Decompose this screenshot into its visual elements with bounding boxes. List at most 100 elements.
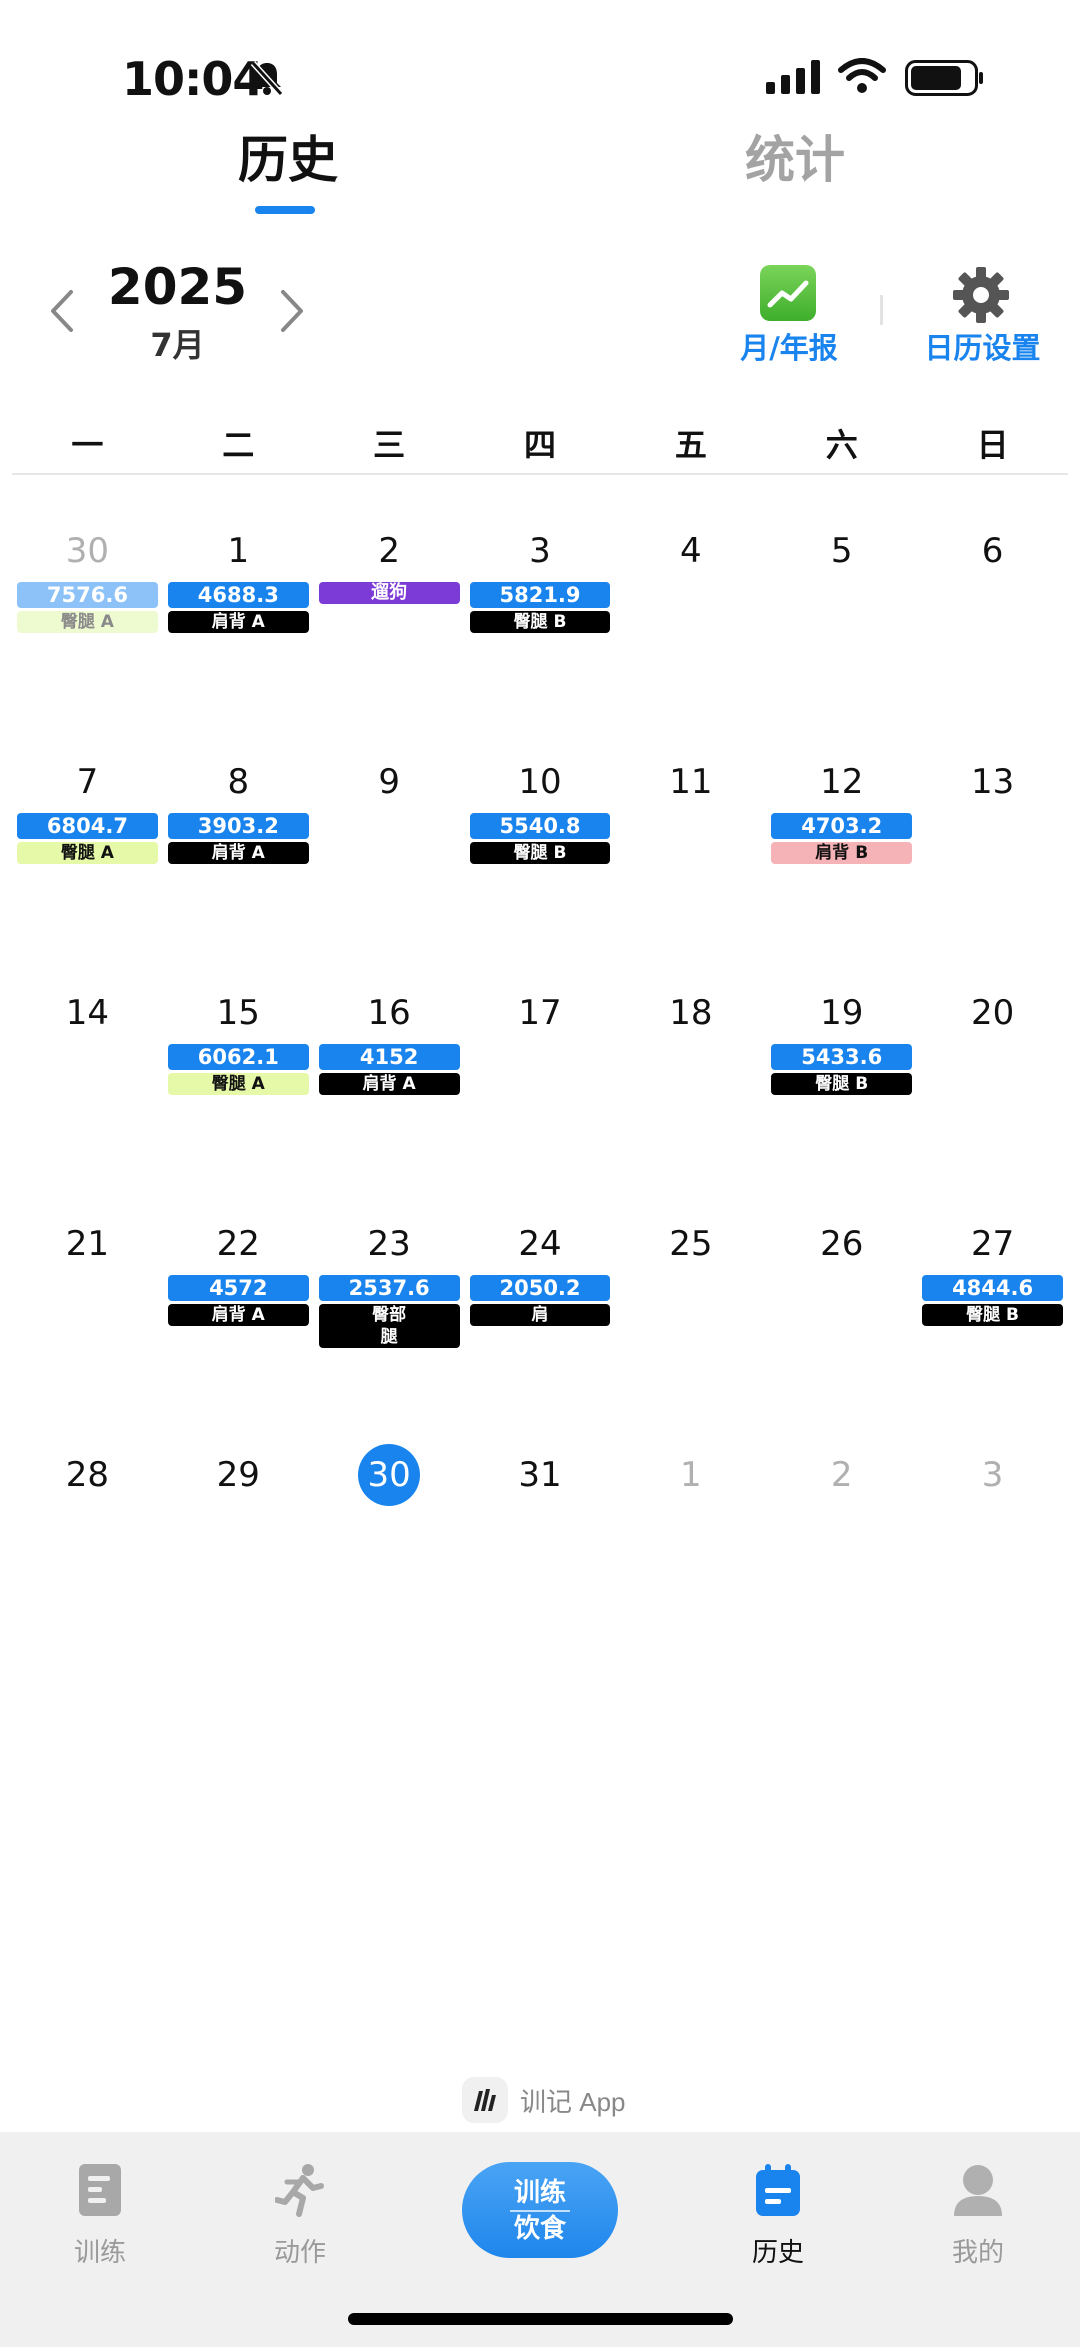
calendar-day[interactable]: 19 5433.6 臀腿 B [766,982,917,1213]
calendar-day[interactable]: 9 [314,751,465,982]
day-number: 26 [820,1224,864,1264]
day-number: 1 [680,1455,702,1495]
day-number: 11 [669,762,713,802]
tab-action[interactable]: 动作 [240,2162,360,2269]
calendar-week: 30 7576.6 臀腿 A 1 4688.3 肩背 A 2 遛狗 3 5821… [12,520,1068,751]
calendar-day[interactable]: 18 [615,982,766,1213]
brand: 训记 App [462,2077,626,2123]
gear-icon[interactable] [951,265,1011,329]
day-number: 14 [65,993,110,1033]
calendar-day[interactable]: 15 6062.1 臀腿 A [163,982,314,1213]
chevron-left-icon[interactable] [45,288,79,338]
tab-train[interactable]: 训练 [40,2162,160,2269]
center-button-bottom-label: 饮食 [513,2214,566,2244]
calendar-day[interactable]: 28 [12,1444,163,1675]
calendar-day[interactable]: 29 [163,1444,314,1675]
volume-badge: 7576.6 [17,582,158,608]
calendar-week: 14 15 6062.1 臀腿 A 16 4152 肩背 A 17 18 19 … [12,982,1068,1213]
day-number: 21 [65,1224,110,1264]
chevron-right-icon[interactable] [275,288,309,338]
workout-label: 肩背 A [167,1304,309,1326]
activity-badge: 遛狗 [318,582,460,604]
calendar-day[interactable]: 16 4152 肩背 A [314,982,465,1213]
calendar-day[interactable]: 11 [615,751,766,982]
calendar-day[interactable]: 17 [465,982,616,1213]
calendar-day[interactable]: 30 7576.6 臀腿 A [12,520,163,751]
calendar-day[interactable]: 6 [917,520,1068,751]
calendar-day[interactable]: 7 6804.7 臀腿 A [12,751,163,982]
calendar-day[interactable]: 23 2537.6 臀部 腿 [314,1213,465,1444]
day-number: 12 [820,762,864,802]
calendar-day[interactable]: 24 2050.2 肩 [465,1213,616,1444]
brand-name: 训记 App [520,2086,626,2117]
calendar-day[interactable]: 8 3903.2 肩背 A [163,751,314,982]
calendar-day[interactable]: 26 [766,1213,917,1444]
workout-label: 臀腿 B [469,842,611,864]
app-logo-icon [462,2077,508,2123]
calendar-day[interactable]: 3 5821.9 臀腿 B [465,520,616,751]
volume-badge: 4703.2 [771,813,913,839]
calendar-day[interactable]: 10 5540.8 臀腿 B [465,751,616,982]
person-icon [952,2165,1004,2222]
calendar-day[interactable]: 12 4703.2 肩背 B [766,751,917,982]
train-diet-button[interactable]: 训练 饮食 [462,2162,618,2258]
day-number: 19 [820,993,864,1033]
day-number: 23 [367,1224,411,1264]
tab-history-label: 历史 [751,2238,804,2268]
status-bar: 10:04 [0,0,1080,150]
tab-mine[interactable]: 我的 [918,2162,1038,2269]
header-divider [880,295,883,325]
calendar-day[interactable]: 2 [766,1444,917,1675]
weekday-header: 一 二 三 四 五 六 日 [12,420,1068,466]
calendar-day[interactable]: 20 [917,982,1068,1213]
weekday-label: 一 [71,426,104,464]
calendar-week: 28 29 30 31 1 2 3 [12,1444,1068,1675]
volume-badge: 4572 [167,1275,309,1301]
day-number: 1 [227,531,250,571]
calendar-day[interactable]: 22 4572 肩背 A [163,1213,314,1444]
wifi-icon [838,58,886,98]
runner-icon [274,2164,325,2222]
calendar-day[interactable]: 31 [465,1444,616,1675]
day-number: 29 [216,1455,260,1495]
calendar-day[interactable]: 5 [766,520,917,751]
tab-train-label: 训练 [73,2238,126,2268]
day-number: 8 [227,762,250,802]
workout-label: 肩背 B [771,842,913,864]
calendar-grid: 30 7576.6 臀腿 A 1 4688.3 肩背 A 2 遛狗 3 5821… [12,520,1068,1675]
tab-history-nav[interactable]: 历史 [718,2162,838,2269]
day-number: 30 [65,531,110,571]
calendar-day[interactable]: 4 [615,520,766,751]
day-number: 27 [970,1224,1015,1264]
calendar-week: 7 6804.7 臀腿 A 8 3903.2 肩背 A 9 10 5540.8 … [12,751,1068,982]
calendar-day[interactable]: 27 4844.6 臀腿 B [917,1213,1068,1444]
workout-label: 肩背 A [167,611,309,633]
calendar-day[interactable]: 1 4688.3 肩背 A [163,520,314,751]
trend-chart-icon[interactable] [760,265,816,321]
calendar-day-today[interactable]: 30 [314,1444,465,1675]
weekday-label: 六 [825,426,858,464]
calendar-day[interactable]: 14 [12,982,163,1213]
weekday-label: 五 [674,426,707,464]
day-number: 20 [970,993,1015,1033]
calendar-day[interactable]: 13 [917,751,1068,982]
tab-history[interactable]: 历史 [238,120,338,192]
workout-label: 臀腿 B [771,1073,913,1095]
report-button[interactable]: 月/年报 [730,325,848,367]
workout-label: 臀腿 B [922,1304,1064,1326]
day-number: 2 [378,531,400,571]
calendar-day[interactable]: 25 [615,1213,766,1444]
calendar-day[interactable]: 3 [917,1444,1068,1675]
day-number: 16 [367,993,411,1033]
calendar-settings-button[interactable]: 日历设置 [915,325,1050,367]
calendar-day[interactable]: 21 [12,1213,163,1444]
calendar-day[interactable]: 1 [615,1444,766,1675]
weekday-label: 二 [222,426,255,464]
day-number: 18 [669,993,713,1033]
calendar-month: 7月 [150,326,205,364]
calendar-year: 2025 [107,258,248,316]
day-number: 31 [518,1455,562,1495]
calendar-day[interactable]: 2 遛狗 [314,520,465,751]
tab-stats[interactable]: 统计 [745,120,845,192]
volume-badge: 4152 [318,1044,460,1070]
